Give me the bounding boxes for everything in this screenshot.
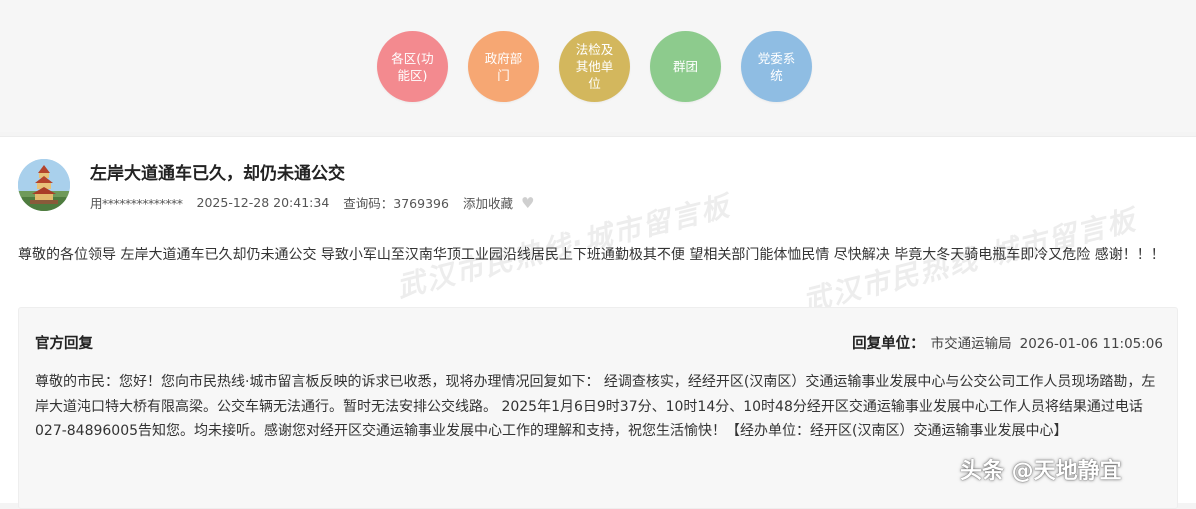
category-label: 法检及其他单位 [575,42,614,91]
post-datetime: 2025-12-28 20:41:34 [196,195,330,210]
category-judicial[interactable]: 法检及其他单位 [559,31,630,102]
category-label: 群团 [672,59,698,74]
post-meta: 用************** 2025-12-28 20:41:34 查询码：… [90,193,534,212]
reply-unit: 市交通运输局 [930,336,1012,352]
reply-unit-label: 回复单位： [852,336,925,352]
reply-meta: 回复单位： 市交通运输局 2026-01-06 11:05:06 [852,332,1163,353]
category-label: 党委系统 [757,50,796,83]
category-bar: 各区(功能区) 政府部门 法检及其他单位 群团 党委系统 [0,0,1196,132]
heart-icon[interactable]: ♥ [521,194,534,212]
category-mass-org[interactable]: 群团 [650,31,721,102]
query-code: 查询码：3769396 [343,196,449,211]
source-tag: 头条 @天地静宜 [960,459,1122,484]
add-favorite-link[interactable]: 添加收藏 [463,193,513,212]
category-label: 政府部门 [484,50,523,83]
category-label: 各区(功能区) [391,50,434,83]
category-government[interactable]: 政府部门 [468,31,539,102]
post-content: 尊敬的各位领导 左岸大道通车已久却仍未通公交 导致小军山至汉南华顶工业园沿线居民… [18,247,1165,263]
category-party[interactable]: 党委系统 [741,31,812,102]
reply-title: 官方回复 [35,336,93,352]
avatar [18,159,70,211]
category-district[interactable]: 各区(功能区) [377,31,448,102]
tower-avatar-icon [18,159,70,211]
message-card: 武汉市民热线·城市留言板 武汉市民热线·城市留言板 左岸大道通车已久，却仍未通公… [0,136,1196,509]
reply-datetime: 2026-01-06 11:05:06 [1019,336,1163,352]
category-nav: 各区(功能区) 政府部门 法检及其他单位 群团 党委系统 [377,31,812,102]
reply-header: 官方回复 回复单位： 市交通运输局 2026-01-06 11:05:06 [35,332,1163,354]
reply-body: 尊敬的市民：您好！您向市民热线·城市留言板反映的诉求已收悉，现将办理情况回复如下… [35,374,1156,439]
post-title: 左岸大道通车已久，却仍未通公交 [90,164,345,184]
post-user: 用************** [90,196,183,211]
